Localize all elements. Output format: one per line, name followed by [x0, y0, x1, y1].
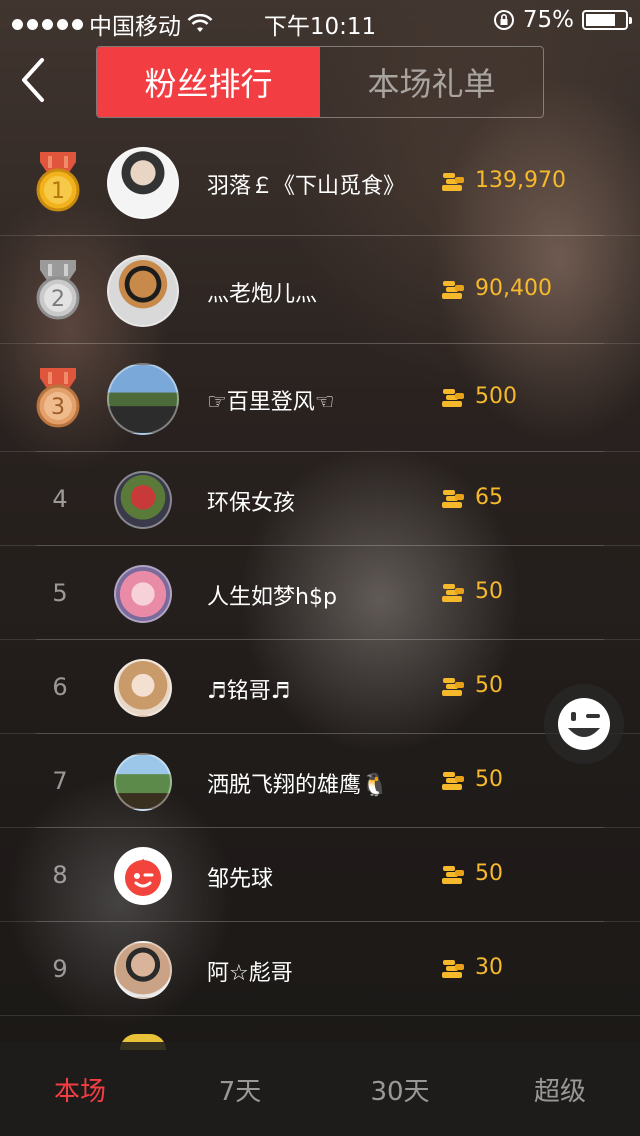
tab-30-days[interactable]: 30天: [320, 1042, 480, 1136]
user-avatar[interactable]: [114, 659, 172, 717]
user-avatar[interactable]: [107, 363, 179, 435]
bottom-tab-bar: 本场 7天 30天 超级: [0, 1042, 640, 1136]
default-avatar-icon[interactable]: [114, 847, 172, 905]
user-avatar[interactable]: [107, 255, 179, 327]
coin-stack-icon: [442, 678, 464, 696]
header-tabs: 粉丝排行 本场礼单: [96, 46, 544, 118]
ranking-row[interactable]: 1 羽落￡《下山觅食》 139,970: [0, 128, 640, 236]
svg-text:3: 3: [51, 395, 65, 420]
tab-7-days[interactable]: 7天: [160, 1042, 320, 1136]
coin-stack-icon: [442, 960, 464, 978]
score-value: 50: [475, 673, 503, 698]
back-button[interactable]: [14, 56, 54, 104]
svg-text:1: 1: [51, 179, 65, 204]
user-name: 洒脱飞翔的雄鹰🐧: [207, 773, 389, 798]
bronze-medal-icon: 3: [36, 368, 80, 428]
ranking-row[interactable]: 9 阿☆彪哥 30: [0, 922, 640, 1016]
score-value: 50: [475, 579, 503, 604]
svg-text:2: 2: [51, 287, 65, 312]
coin-stack-icon: [442, 490, 464, 508]
wink-face-icon: [558, 698, 610, 750]
user-name: 阿☆彪哥: [207, 961, 293, 986]
ranking-row[interactable]: 2 灬老炮儿灬 90,400: [0, 236, 640, 344]
coin-stack-icon: [442, 772, 464, 790]
rank-number: 4: [52, 485, 68, 513]
chevron-left-icon: [22, 58, 44, 102]
user-name: 羽落￡《下山觅食》: [207, 174, 406, 199]
battery-icon: [582, 10, 632, 30]
score-value: 50: [475, 861, 503, 886]
rotation-lock-icon: [493, 10, 514, 30]
ranking-row[interactable]: 3 ☞百里登风☜ 500: [0, 344, 640, 452]
gold-medal-icon: 1: [36, 152, 80, 212]
user-name: ☞百里登风☜: [207, 390, 335, 415]
ranking-row[interactable]: 4 环保女孩 65: [0, 452, 640, 546]
coin-stack-icon: [442, 173, 464, 191]
coin-stack-icon: [442, 866, 464, 884]
score-value: 139,970: [475, 168, 566, 193]
user-name: 环保女孩: [207, 491, 296, 516]
battery-percent: 75%: [522, 7, 574, 33]
emoji-button[interactable]: [544, 684, 624, 764]
user-name: 人生如梦h$p: [207, 585, 337, 610]
coin-stack-icon: [442, 584, 464, 602]
score-value: 30: [475, 955, 503, 980]
coin-stack-icon: [442, 389, 464, 407]
score-value: 50: [475, 767, 503, 792]
user-name: ♬铭哥♬: [207, 679, 291, 704]
user-avatar[interactable]: [114, 471, 172, 529]
rank-number: 8: [52, 861, 68, 889]
tab-super[interactable]: 超级: [480, 1042, 640, 1136]
rank-number: 7: [52, 767, 68, 795]
tab-this-show[interactable]: 本场: [0, 1042, 160, 1136]
ranking-list: 1 羽落￡《下山觅食》 139,970 2 灬老炮儿灬 90,400 3 ☞百里…: [0, 128, 640, 1016]
tab-fan-ranking[interactable]: 粉丝排行: [97, 47, 320, 117]
coin-stack-icon: [442, 281, 464, 299]
ranking-row[interactable]: 8 邹先球 50: [0, 828, 640, 922]
user-avatar[interactable]: [114, 941, 172, 999]
user-name: 灬老炮儿灬: [207, 282, 318, 307]
tab-gift-list[interactable]: 本场礼单: [320, 47, 543, 117]
score-value: 90,400: [475, 276, 552, 301]
silver-medal-icon: 2: [36, 260, 80, 320]
rank-number: 6: [52, 673, 68, 701]
rank-number: 9: [52, 955, 68, 983]
user-name: 邹先球: [207, 867, 274, 892]
user-avatar[interactable]: [114, 753, 172, 811]
rank-number: 5: [52, 579, 68, 607]
user-avatar[interactable]: [107, 147, 179, 219]
score-value: 500: [475, 384, 517, 409]
user-avatar[interactable]: [114, 565, 172, 623]
status-bar: 中国移动 下午10:11 75%: [0, 0, 640, 40]
ranking-row[interactable]: 5 人生如梦h$p 50: [0, 546, 640, 640]
score-value: 65: [475, 485, 503, 510]
